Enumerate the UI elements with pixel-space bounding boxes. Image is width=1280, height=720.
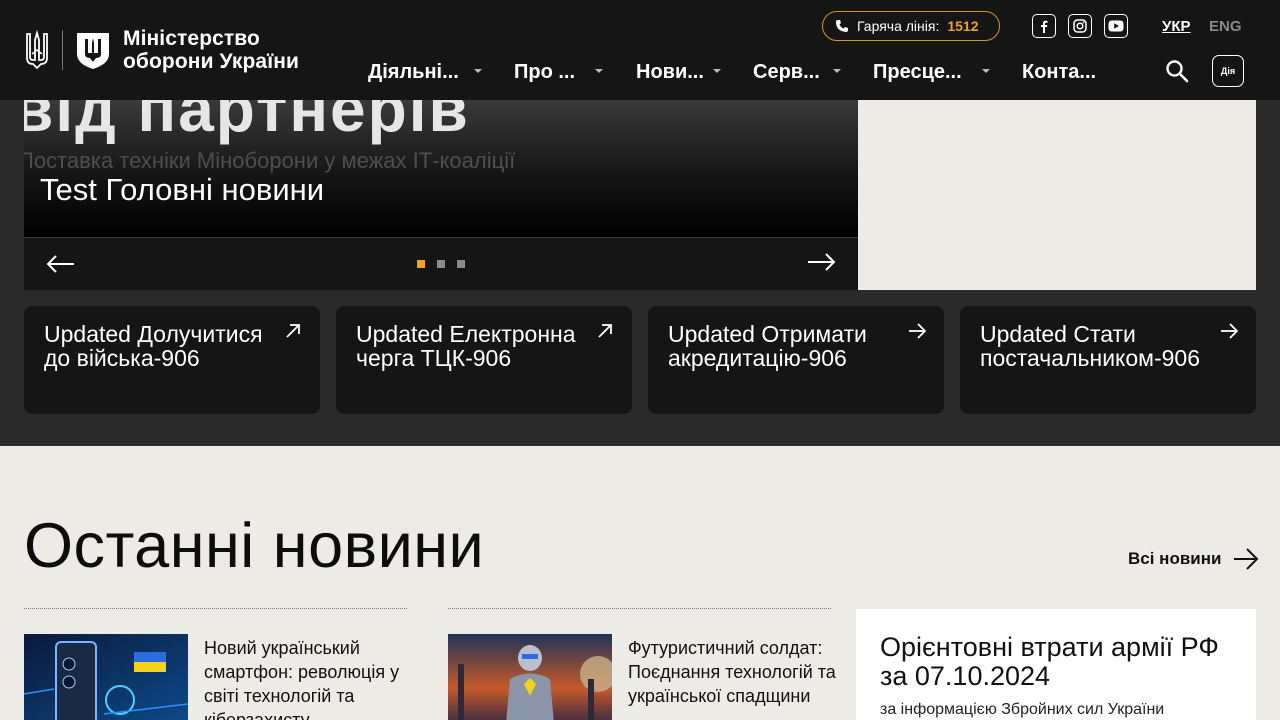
search-icon[interactable] <box>1164 58 1190 84</box>
news-divider <box>448 608 831 609</box>
chevron-down-icon <box>474 69 482 73</box>
instagram-icon[interactable] <box>1068 14 1092 38</box>
logo-line-2: оборони України <box>123 50 299 73</box>
slider-dot-3[interactable] <box>457 260 465 268</box>
slide-image: від партнерів Поставка техніки Міноборон… <box>24 100 858 237</box>
phone-icon <box>836 20 848 32</box>
all-news-link[interactable]: Всі новини <box>1128 548 1259 570</box>
nav-press-center[interactable]: Пресце... <box>873 60 990 84</box>
arrow-right-icon <box>1234 548 1259 570</box>
soldier-image <box>448 634 612 720</box>
news-thumbnail[interactable] <box>24 634 188 720</box>
quick-link-label: Updated Електронна черга ТЦК-906 <box>356 321 576 371</box>
arrow-left-icon[interactable] <box>46 254 76 274</box>
nav-label: Діяльні... <box>368 60 459 83</box>
news-title-link[interactable]: Футуристичний солдат: Поєднання технолог… <box>628 636 838 708</box>
slider-dot-2[interactable] <box>437 260 445 268</box>
news-thumbnail[interactable] <box>448 634 612 720</box>
nav-services[interactable]: Серв... <box>753 60 841 84</box>
hotline-number: 1512 <box>947 18 979 34</box>
arrow-right-icon[interactable] <box>806 252 836 272</box>
news-section-title: Останні новини <box>24 511 485 581</box>
hero-side-panel <box>858 100 1256 290</box>
chevron-down-icon <box>713 69 721 73</box>
arrow-right-icon <box>909 323 926 339</box>
facebook-icon[interactable] <box>1032 14 1056 38</box>
trident-icon <box>26 30 48 70</box>
slider-dot-1[interactable] <box>417 260 425 268</box>
quick-link-card[interactable]: Updated Долучитися до війська-906 <box>24 306 320 414</box>
quick-link-label: Updated Стати постачальником-906 <box>980 321 1200 371</box>
enemy-losses-card[interactable]: Орієнтовні втрати армії РФ за 07.10.2024… <box>856 609 1256 720</box>
smartphone-image <box>24 634 188 720</box>
logo-line-1: Міністерство <box>123 27 260 50</box>
ministry-logo[interactable]: Міністерство оборони України <box>24 27 299 73</box>
slide-image-heading: від партнерів <box>24 100 470 145</box>
quick-link-card[interactable]: Updated Стати постачальником-906 <box>960 306 1256 414</box>
nav-label: Серв... <box>753 60 820 83</box>
arrow-up-right-icon <box>598 324 612 338</box>
arrow-right-icon <box>1221 323 1238 339</box>
logo-text: Міністерство оборони України <box>123 27 299 73</box>
news-divider <box>24 608 407 609</box>
nav-news[interactable]: Нови... <box>636 60 721 84</box>
nav-contacts[interactable]: Конта... <box>1022 60 1096 84</box>
nav-label: Нови... <box>636 60 704 83</box>
quick-link-card[interactable]: Updated Отримати акредитацію-906 <box>648 306 944 414</box>
nav-label: Про ... <box>514 60 576 83</box>
news-title-link[interactable]: Новий український смартфон: революція у … <box>204 636 414 720</box>
losses-subtitle: за інформацією Збройних сил України <box>880 701 1165 718</box>
diia-button[interactable]: Дія <box>1212 55 1244 87</box>
nav-label: Конта... <box>1022 60 1097 83</box>
lang-eng[interactable]: ENG <box>1209 18 1242 35</box>
hotline-button[interactable]: Гаряча лінія: 1512 <box>822 11 1000 41</box>
quick-link-label: Updated Долучитися до війська-906 <box>44 321 263 371</box>
quick-link-card[interactable]: Updated Електронна черга ТЦК-906 <box>336 306 632 414</box>
nav-label: Пресце... <box>873 60 962 83</box>
news-slider[interactable]: від партнерів Поставка техніки Міноборон… <box>24 100 858 290</box>
shield-icon <box>77 33 109 69</box>
diia-label: Дія <box>1220 66 1236 76</box>
quick-link-label: Updated Отримати акредитацію-906 <box>668 321 867 371</box>
chevron-down-icon <box>982 69 990 73</box>
nav-about[interactable]: Про ... <box>514 60 603 84</box>
slider-controls <box>24 237 858 290</box>
site-header: Міністерство оборони України Гаряча ліні… <box>0 0 1280 100</box>
chevron-down-icon <box>595 69 603 73</box>
slide-image-caption: Поставка техніки Міноборони у межах ІТ-к… <box>24 148 516 173</box>
nav-activity[interactable]: Діяльні... <box>368 60 482 84</box>
logo-divider <box>62 30 63 70</box>
slide-title[interactable]: Test Головні новини <box>40 172 324 208</box>
lang-ukr[interactable]: УКР <box>1162 18 1191 35</box>
hotline-label: Гаряча лінія: <box>857 18 940 34</box>
losses-title: Орієнтовні втрати армії РФ за 07.10.2024 <box>880 632 1219 691</box>
youtube-icon[interactable] <box>1104 14 1128 38</box>
chevron-down-icon <box>833 69 841 73</box>
arrow-up-right-icon <box>286 324 300 338</box>
all-news-label: Всі новини <box>1128 549 1222 568</box>
